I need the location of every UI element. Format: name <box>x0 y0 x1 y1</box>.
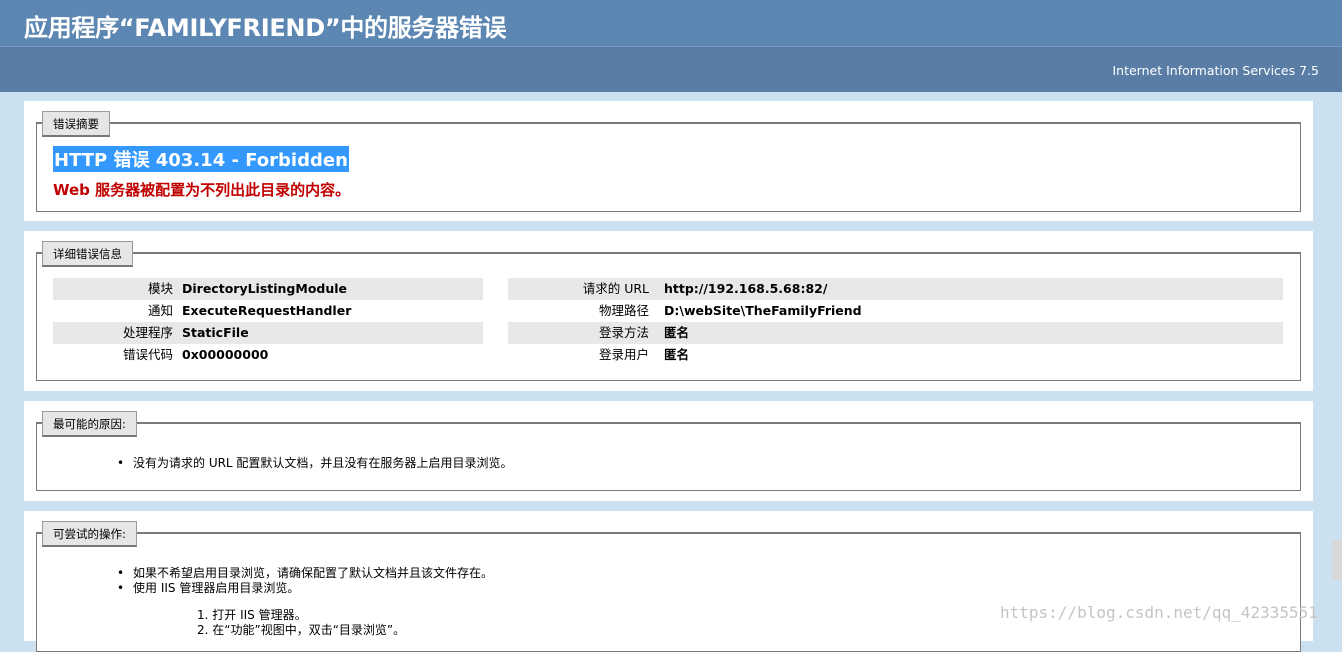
detail-value: ExecuteRequestHandler <box>182 303 352 318</box>
list-item: 如果不希望启用目录浏览，请确保配置了默认文档并且该文件存在。 <box>117 566 493 581</box>
detail-key: 处理程序 <box>122 325 173 340</box>
list-item: 使用 IIS 管理器启用目录浏览。 <box>117 581 493 596</box>
detail-key: 物理路径 <box>598 303 649 318</box>
detail-value: 匿名 <box>664 325 690 340</box>
error-title: HTTP 错误 403.14 - Forbidden <box>53 146 349 172</box>
steps-list: 1. 打开 IIS 管理器。 2. 在“功能”视图中，双击“目录浏览”。 <box>197 608 405 638</box>
detail-value: http://192.168.5.68:82/ <box>664 281 828 296</box>
summary-box: 错误摘要 HTTP 错误 403.14 - Forbidden Web 服务器被… <box>36 111 1301 212</box>
detail-row: 错误代码 0x00000000 <box>53 344 483 366</box>
list-item: 没有为请求的 URL 配置默认文档，并且没有在服务器上启用目录浏览。 <box>117 456 512 471</box>
causes-list: 没有为请求的 URL 配置默认文档，并且没有在服务器上启用目录浏览。 <box>117 456 512 471</box>
causes-legend: 最可能的原因: <box>42 411 137 437</box>
details-panel: 详细错误信息 模块 DirectoryListingModule 通知 Exec… <box>24 231 1313 391</box>
actions-legend: 可尝试的操作: <box>42 521 137 547</box>
detail-value: D:\webSite\TheFamilyFriend <box>664 303 862 318</box>
detail-row: 通知 ExecuteRequestHandler <box>53 300 483 322</box>
actions-box: 可尝试的操作: 如果不希望启用目录浏览，请确保配置了默认文档并且该文件存在。 使… <box>36 521 1301 652</box>
detail-key: 模块 <box>147 281 173 296</box>
detail-row: 请求的 URL http://192.168.5.68:82/ <box>508 278 1283 300</box>
details-legend: 详细错误信息 <box>42 241 133 267</box>
details-box: 详细错误信息 模块 DirectoryListingModule 通知 Exec… <box>36 241 1301 381</box>
detail-value: 0x00000000 <box>182 347 269 362</box>
server-banner: Internet Information Services 7.5 <box>0 46 1342 92</box>
list-item: 2. 在“功能”视图中，双击“目录浏览”。 <box>197 623 406 637</box>
detail-key: 通知 <box>147 303 173 318</box>
detail-row: 模块 DirectoryListingModule <box>53 278 483 300</box>
server-name: Internet Information Services 7.5 <box>1112 63 1319 78</box>
watermark: https://blog.csdn.net/qq_42335551 <box>1000 603 1318 622</box>
detail-key: 登录方法 <box>598 325 649 340</box>
causes-box: 最可能的原因: 没有为请求的 URL 配置默认文档，并且没有在服务器上启用目录浏… <box>36 411 1301 491</box>
detail-row: 物理路径 D:\webSite\TheFamilyFriend <box>508 300 1283 322</box>
page-header: 应用程序“FAMILYFRIEND”中的服务器错误 <box>0 0 1342 46</box>
detail-key: 登录用户 <box>598 347 649 362</box>
detail-key: 请求的 URL <box>582 281 649 296</box>
detail-row: 登录用户 匿名 <box>508 344 1283 366</box>
error-description: Web 服务器被配置为不列出此目录的内容。 <box>53 181 351 199</box>
summary-panel: 错误摘要 HTTP 错误 403.14 - Forbidden Web 服务器被… <box>24 101 1313 221</box>
scrollbar-thumb[interactable] <box>1332 540 1342 580</box>
detail-key: 错误代码 <box>122 347 173 362</box>
causes-panel: 最可能的原因: 没有为请求的 URL 配置默认文档，并且没有在服务器上启用目录浏… <box>24 401 1313 501</box>
detail-value: StaticFile <box>182 325 249 340</box>
detail-value: DirectoryListingModule <box>182 281 348 296</box>
actions-list: 如果不希望启用目录浏览，请确保配置了默认文档并且该文件存在。 使用 IIS 管理… <box>117 566 493 596</box>
detail-value: 匿名 <box>664 347 690 362</box>
detail-row: 登录方法 匿名 <box>508 322 1283 344</box>
page-title: 应用程序“FAMILYFRIEND”中的服务器错误 <box>24 14 507 42</box>
summary-legend: 错误摘要 <box>42 111 110 137</box>
detail-row: 处理程序 StaticFile <box>53 322 483 344</box>
list-item: 1. 打开 IIS 管理器。 <box>197 608 307 622</box>
